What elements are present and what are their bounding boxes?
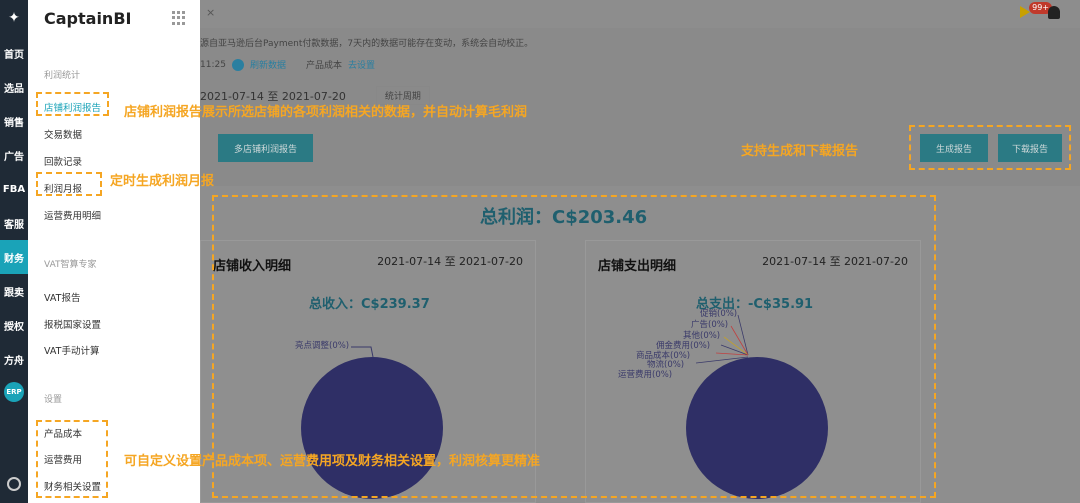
data-notice: 源自亚马逊后台Payment付款数据，7天内的数据可能存在变动，系统会自动校正。 bbox=[200, 39, 534, 49]
bell-icon[interactable] bbox=[1048, 6, 1060, 19]
annotation-store-report: 店铺利润报告展示所选店铺的各项利润相关的数据，并自动计算毛利润 bbox=[124, 105, 528, 120]
sync-time: 11:25 bbox=[200, 59, 226, 70]
highlight-report-buttons bbox=[909, 125, 1071, 170]
go-settings-link[interactable]: 去设置 bbox=[348, 58, 375, 71]
annotation-monthly-report: 定时生成利润月报 bbox=[110, 174, 215, 189]
section-settings: 设置 bbox=[44, 395, 63, 405]
check-icon bbox=[231, 58, 244, 71]
menu-payment-records[interactable]: 回款记录 bbox=[44, 154, 82, 168]
menu-vat-report[interactable]: VAT报告 bbox=[44, 290, 80, 304]
brand-name: CaptainBI bbox=[44, 8, 132, 28]
rail-item[interactable]: 方舟 bbox=[0, 342, 28, 376]
rail-item[interactable]: 财务 bbox=[0, 240, 28, 274]
app-logo-icon[interactable]: ✦ bbox=[0, 0, 28, 36]
highlight-settings bbox=[36, 420, 108, 498]
section-vat: VAT智算专家 bbox=[44, 260, 97, 270]
close-icon[interactable]: × bbox=[206, 6, 215, 19]
menu-transaction-data[interactable]: 交易数据 bbox=[44, 127, 82, 141]
menu-operating-costs-detail[interactable]: 运营费用明细 bbox=[44, 208, 101, 222]
sync-row: 11:25 刷新数据 产品成本 去设置 bbox=[200, 58, 375, 71]
annotation-settings: 可自定义设置产品成本项、运营费用项及财务相关设置，利润核算更精准 bbox=[124, 454, 541, 469]
top-bar: × 99+ bbox=[200, 0, 1080, 28]
annotation-generate-download: 支持生成和下载报告 bbox=[741, 144, 859, 159]
rail-item[interactable]: 广告 bbox=[0, 138, 28, 172]
brand-header: CaptainBI bbox=[28, 0, 200, 36]
rail-item[interactable]: 首页 bbox=[0, 36, 28, 70]
highlight-store-report bbox=[36, 92, 109, 116]
multi-store-report-button[interactable]: 多店铺利润报告 bbox=[218, 134, 313, 162]
rail-item[interactable]: 授权 bbox=[0, 308, 28, 342]
highlight-monthly-report bbox=[36, 172, 102, 196]
app-rail: ✦ 首页 选品 销售 广告 FBA 客服 财务 跟卖 授权 方舟 ERP bbox=[0, 0, 28, 503]
section-profit-stats: 利润统计 bbox=[44, 71, 81, 81]
product-cost-label: 产品成本 bbox=[305, 61, 342, 71]
rail-item[interactable]: 销售 bbox=[0, 104, 28, 138]
help-icon[interactable] bbox=[7, 477, 21, 491]
refresh-data-link[interactable]: 刷新数据 bbox=[250, 58, 286, 71]
rail-item[interactable]: FBA bbox=[0, 172, 28, 206]
rail-item[interactable]: 客服 bbox=[0, 206, 28, 240]
erp-icon[interactable]: ERP bbox=[4, 382, 24, 402]
rail-item[interactable]: 跟卖 bbox=[0, 274, 28, 308]
app-grid-icon[interactable] bbox=[172, 11, 186, 25]
rail-item[interactable]: 选品 bbox=[0, 70, 28, 104]
menu-tax-country-settings[interactable]: 报税国家设置 bbox=[44, 317, 101, 331]
menu-vat-manual-calc[interactable]: VAT手动计算 bbox=[44, 343, 99, 357]
